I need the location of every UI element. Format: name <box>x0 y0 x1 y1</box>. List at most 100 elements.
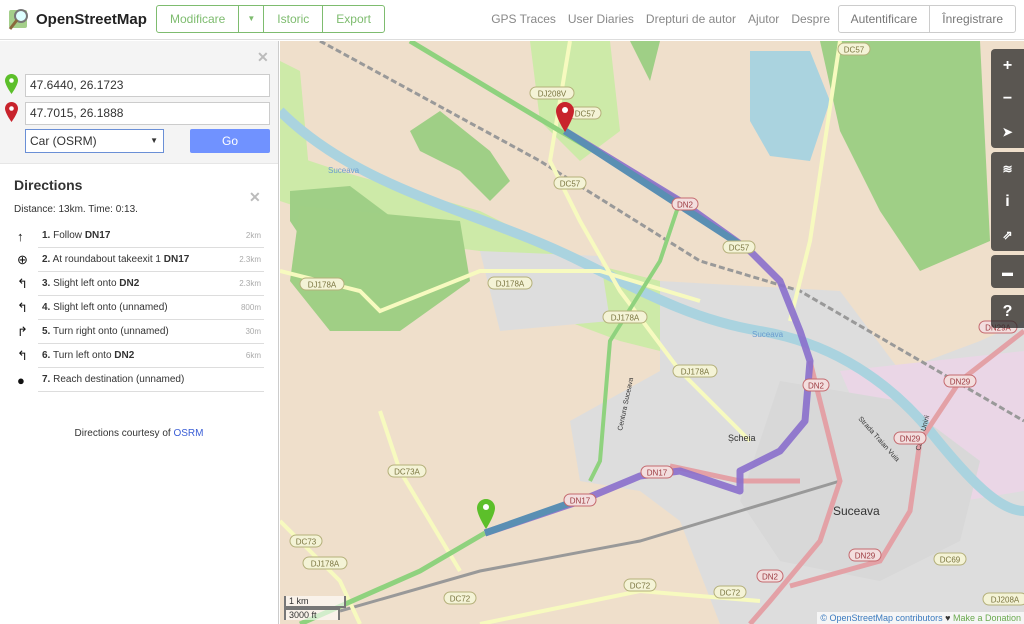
turn-icon: ↰ <box>17 348 28 363</box>
nav-copyright[interactable]: Drepturi de autor <box>646 12 736 26</box>
road-shield: DC69 <box>933 552 967 566</box>
step-text-row: 5. Turn right onto (unnamed) 30m <box>38 320 264 344</box>
auth-buttons: Autentificare Înregistrare <box>837 5 1016 33</box>
road-shield: DJ178A <box>299 277 345 291</box>
zoom-in-button[interactable]: + <box>991 49 1024 82</box>
query-features-button[interactable]: ? <box>991 295 1024 328</box>
direction-step[interactable]: ● 7. Reach destination (unnamed) <box>14 368 264 392</box>
nav-gps-traces[interactable]: GPS Traces <box>491 12 556 26</box>
river-label: Suceava <box>752 330 784 339</box>
step-text-row: 3. Slight left onto DN2 2.3km <box>38 272 264 296</box>
step-distance: 800m <box>240 303 261 312</box>
direction-step[interactable]: ↰ 6. Turn left onto DN2 6km <box>14 344 264 368</box>
locate-button[interactable]: ➤ <box>991 115 1024 148</box>
question-icon: ? <box>1002 303 1013 320</box>
road-shield: DJ208A <box>982 592 1024 606</box>
map-forest <box>820 41 990 271</box>
step-text: Slight left onto <box>53 278 120 289</box>
end-location-input[interactable]: 47.7015, 26.1888 <box>25 102 270 125</box>
courtesy-text: Directions courtesy of <box>74 428 174 439</box>
road-shield-label: DC73 <box>296 538 317 547</box>
step-distance <box>261 368 264 391</box>
donation-link[interactable]: Make a Donation <box>953 613 1021 623</box>
road-shield-label: DN29 <box>950 378 971 387</box>
direction-step[interactable]: ⊕ 2. At roundabout takeexit 1 DN17 2.3km <box>14 248 264 272</box>
road-shield: DC72 <box>443 591 477 605</box>
step-text: Reach destination (unnamed) <box>53 374 185 385</box>
share-button[interactable]: ⇗ <box>991 218 1024 251</box>
help-control: ? <box>991 295 1024 328</box>
step-road: DN17 <box>163 254 190 265</box>
road-shield-label: DC57 <box>560 180 581 189</box>
go-button[interactable]: Go <box>190 129 270 153</box>
nav-links: GPS Traces User Diaries Drepturi de auto… <box>491 12 830 26</box>
road-shield: DC57 <box>553 176 587 190</box>
edit-button[interactable]: Modificare <box>157 6 240 32</box>
road-shield-label: DN17 <box>570 497 591 506</box>
turn-icon: ↱ <box>17 324 28 339</box>
road-shield-label: DC72 <box>720 589 741 598</box>
direction-step[interactable]: ↰ 3. Slight left onto DN2 2.3km <box>14 272 264 296</box>
road-shield-label: DJ178A <box>311 560 340 569</box>
directions-summary: Distance: 13km. Time: 0:13. <box>14 204 138 215</box>
step-text-row: 7. Reach destination (unnamed) <box>38 368 264 392</box>
step-road: DN2 <box>114 350 135 361</box>
routing-engine-select[interactable]: Car (OSRM) ▼ <box>25 129 164 153</box>
export-button[interactable]: Export <box>323 6 384 32</box>
direction-step[interactable]: ↑ 1. Follow DN17 2km <box>14 224 264 248</box>
turn-icon: ↰ <box>17 276 28 291</box>
map-key-button[interactable]: i <box>991 185 1024 218</box>
start-location-input[interactable]: 47.6440, 26.1723 <box>25 74 270 97</box>
map-canvas[interactable]: Suceava Șcheia Suceava Suceava Strada Tr… <box>280 41 1024 624</box>
login-button[interactable]: Autentificare <box>839 6 931 32</box>
top-header: OpenStreetMap Modificare ▼ Istoric Expor… <box>0 0 1024 40</box>
sidebar: ✕ 47.6440, 26.1723 47.7015, 26.1888 Car … <box>0 41 279 624</box>
close-directions-icon[interactable]: ✕ <box>249 189 261 206</box>
direction-step[interactable]: ↰ 4. Slight left onto (unnamed) 800m <box>14 296 264 320</box>
road-shield: DC57 <box>837 42 871 56</box>
nav-user-diaries[interactable]: User Diaries <box>568 12 634 26</box>
road-shield-label: DN17 <box>647 469 668 478</box>
road-shield-label: DN29 <box>855 552 876 561</box>
nav-help[interactable]: Ajutor <box>748 12 779 26</box>
map-attribution: © OpenStreetMap contributors ♥ Make a Do… <box>817 612 1024 624</box>
add-note-button[interactable]: ▬ <box>991 255 1024 288</box>
step-distance: 6km <box>245 351 261 360</box>
signup-button[interactable]: Înregistrare <box>930 6 1015 32</box>
attribution-link[interactable]: © OpenStreetMap contributors <box>820 613 942 623</box>
turn-icon: ↑ <box>17 228 24 244</box>
step-distance: 2.3km <box>239 255 261 264</box>
road-shield: DJ178A <box>302 556 348 570</box>
step-road: DN17 <box>84 230 111 241</box>
turn-icon: ⊕ <box>17 252 28 267</box>
step-instruction: 2. At roundabout takeexit 1 DN17 <box>42 248 189 271</box>
road-shield: DC73 <box>289 534 323 548</box>
routing-engine-value: Car (OSRM) <box>30 134 97 148</box>
history-button[interactable]: Istoric <box>264 6 324 32</box>
map-view[interactable]: Suceava Șcheia Suceava Suceava Strada Tr… <box>280 41 1024 624</box>
close-route-icon[interactable]: ✕ <box>257 49 269 66</box>
road-shield: DN17 <box>563 493 597 507</box>
end-pin-icon <box>5 102 18 122</box>
info-icon: i <box>1005 193 1010 210</box>
road-shield: DN2 <box>671 197 699 211</box>
road-shield: DJ208V <box>529 86 575 100</box>
turn-icon: ↰ <box>17 300 28 315</box>
edit-dropdown-button[interactable]: ▼ <box>239 6 265 32</box>
road-shield: DJ178A <box>487 276 533 290</box>
osrm-link[interactable]: OSRM <box>173 428 203 439</box>
map-forest <box>630 41 660 81</box>
zoom-out-button[interactable]: − <box>991 82 1024 115</box>
road-shield-label: DC73A <box>394 468 420 477</box>
directions-courtesy: Directions courtesy of OSRM <box>14 428 264 439</box>
road-shield: DN2 <box>802 378 830 392</box>
layers-button[interactable]: ≋ <box>991 152 1024 185</box>
road-shield-label: DJ178A <box>681 368 710 377</box>
logo[interactable]: OpenStreetMap <box>8 7 147 31</box>
step-instruction: 1. Follow DN17 <box>42 224 110 247</box>
step-number: 2. <box>42 254 51 265</box>
step-text-row: 1. Follow DN17 2km <box>38 224 264 248</box>
direction-step[interactable]: ↱ 5. Turn right onto (unnamed) 30m <box>14 320 264 344</box>
nav-about[interactable]: Despre <box>791 12 830 26</box>
road-shield: DC72 <box>623 578 657 592</box>
